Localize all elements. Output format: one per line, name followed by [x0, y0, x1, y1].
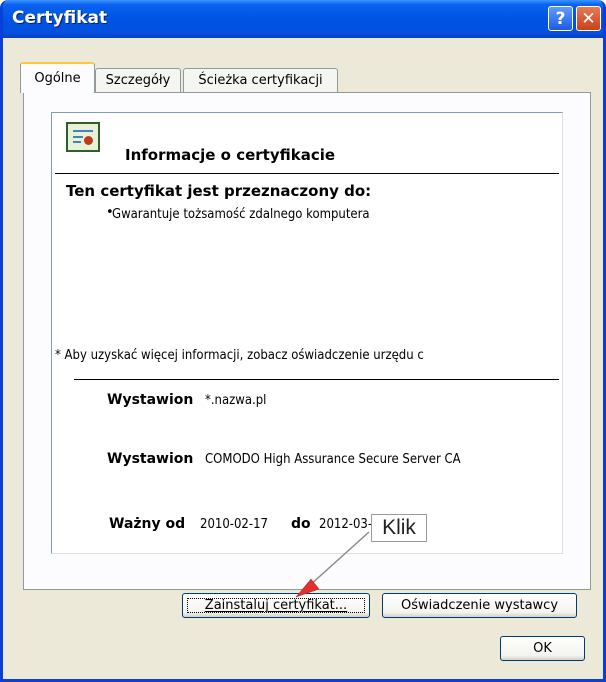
ok-button[interactable]: OK [500, 636, 585, 661]
issuer-statement-button[interactable]: Oświadczenie wystawcy [382, 593, 577, 618]
issued-by-value: COMODO High Assurance Secure Server CA [205, 452, 461, 467]
close-icon: ✕ [581, 8, 596, 29]
divider [55, 173, 559, 174]
purpose-item: Gwarantuje tożsamość zdalnego komputera [112, 207, 370, 222]
issued-by-label: Wystawion [107, 451, 194, 467]
issuer-statement-label: Oświadczenie wystawcy [400, 598, 559, 613]
more-info-note: * Aby uzyskać więcej informacji, zobacz … [55, 348, 424, 363]
help-button[interactable]: ? [548, 6, 573, 31]
tab-general[interactable]: Ogólne [20, 62, 95, 93]
ok-label: OK [533, 641, 552, 656]
divider [74, 379, 559, 380]
valid-to-label: do [291, 516, 311, 532]
certificate-info-frame: Informacje o certyfikacie Ten certyfikat… [51, 112, 563, 554]
help-icon: ? [555, 8, 566, 29]
dialog-title: Certyfikat [12, 8, 108, 28]
install-certificate-button[interactable]: Zainstaluj certyfikat... [182, 593, 370, 618]
close-button[interactable]: ✕ [576, 6, 601, 31]
certificate-icon [66, 122, 100, 152]
tab-details-label: Szczegóły [105, 73, 171, 88]
tab-panel-general: Informacje o certyfikacie Ten certyfikat… [23, 92, 591, 618]
valid-from-value: 2010-02-17 [200, 517, 268, 532]
tab-general-label: Ogólne [34, 71, 81, 86]
tab-certification-path[interactable]: Ścieżka certyfikacji [183, 68, 338, 92]
certificate-dialog: Certyfikat ? ✕ Ogólne Szczegóły Ścieżka … [0, 0, 606, 682]
purpose-title: Ten certyfikat jest przeznaczony do: [66, 182, 372, 200]
click-annotation-label: Klik [371, 514, 427, 542]
tab-certification-path-label: Ścieżka certyfikacji [198, 73, 323, 88]
tab-details[interactable]: Szczegóły [95, 68, 181, 92]
issued-to-label: Wystawion [107, 392, 194, 408]
issued-to-value: *.nazwa.pl [205, 393, 267, 408]
valid-from-label: Ważny od [109, 516, 186, 532]
info-heading: Informacje o certyfikacie [125, 146, 336, 164]
title-bar[interactable]: Certyfikat ? ✕ [3, 0, 603, 38]
